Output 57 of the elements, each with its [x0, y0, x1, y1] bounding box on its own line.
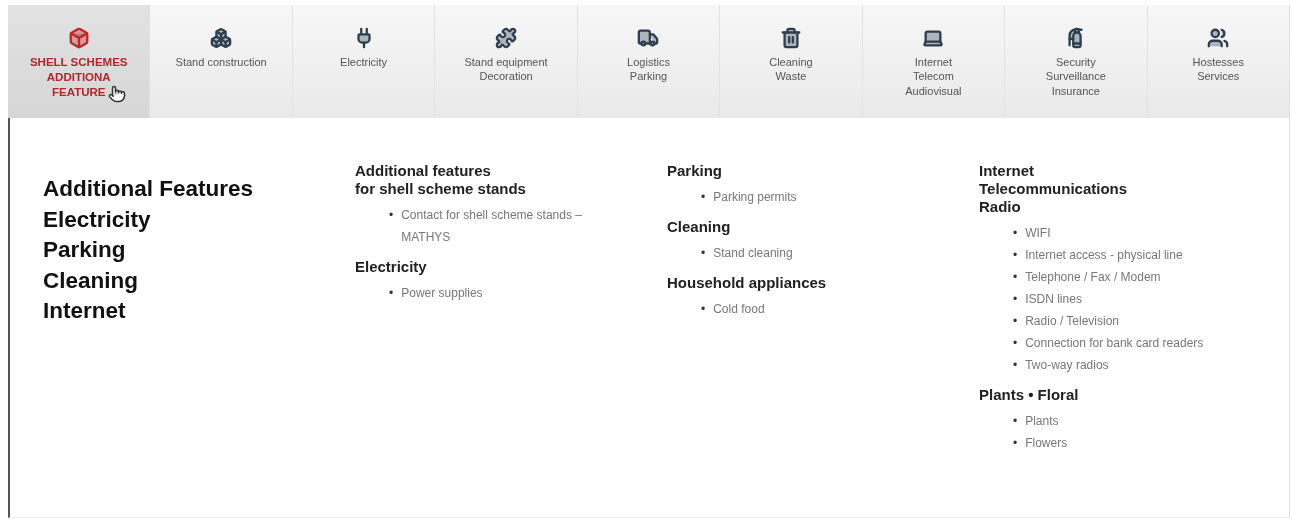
- bullet: •: [1013, 357, 1018, 374]
- section-heading: Plants • Floral: [979, 386, 1079, 403]
- menu-link[interactable]: Two-way radios: [1025, 354, 1246, 376]
- section-heading: Electricity: [355, 258, 427, 275]
- section-heading: Household appliances: [667, 274, 827, 291]
- puzzle-icon: [495, 27, 518, 49]
- menu-link[interactable]: Power supplies: [401, 282, 622, 304]
- menu-link[interactable]: Contact for shell scheme stands – MATHYS: [401, 204, 622, 248]
- bullet: •: [1013, 269, 1018, 286]
- overview-heading: Cleaning: [43, 266, 139, 295]
- boxes-icon: [210, 27, 233, 49]
- overview-heading: Parking: [43, 236, 127, 264]
- hand-cursor-icon: [108, 85, 126, 103]
- bullet: •: [701, 245, 706, 262]
- category-tab[interactable]: Stand equipment Decoration: [435, 5, 578, 118]
- section-heading: Additional features for shell scheme stands: [355, 162, 526, 197]
- category-tab[interactable]: Cleaning Waste: [720, 5, 863, 118]
- bullet: •: [389, 285, 394, 302]
- cube-icon: [67, 27, 90, 49]
- bullet: •: [701, 189, 706, 206]
- menu-link[interactable]: Plants: [1025, 410, 1246, 432]
- bullet: •: [1013, 225, 1018, 242]
- menu-link[interactable]: ISDN lines: [1025, 288, 1246, 310]
- truck-icon: [637, 27, 660, 49]
- category-tab[interactable]: SHELL SCHEMES ADDITIONA FEATURE: [8, 5, 151, 118]
- menu-link[interactable]: Telephone / Fax / Modem: [1025, 266, 1246, 288]
- category-tab[interactable]: Logistics Parking: [577, 5, 721, 118]
- category-tab[interactable]: Internet Telecom Audiovisual: [862, 5, 1006, 118]
- section-heading: Parking: [667, 162, 723, 179]
- menu-link[interactable]: Parking permits: [713, 186, 934, 208]
- category-tab[interactable]: Electricity: [292, 5, 436, 118]
- category-tab[interactable]: Stand construction: [150, 5, 293, 118]
- section-heading: Cleaning: [667, 218, 731, 235]
- category-tab[interactable]: Security Surveillance Insurance: [1005, 5, 1148, 118]
- laptop-icon: [922, 27, 945, 49]
- trash-icon: [779, 27, 802, 49]
- menu-link[interactable]: Cold food: [713, 298, 934, 320]
- bullet: •: [389, 207, 394, 224]
- bullet: •: [1013, 313, 1018, 330]
- menu-link[interactable]: Connection for bank card readers: [1025, 332, 1246, 354]
- menu-link[interactable]: Stand cleaning: [713, 242, 934, 264]
- category-tab[interactable]: Hostesses Services: [1147, 5, 1290, 118]
- bullet: •: [1013, 247, 1018, 264]
- menu-link[interactable]: Flowers: [1025, 432, 1246, 454]
- overview-heading: Internet: [43, 297, 127, 325]
- overview-heading: Electricity: [43, 205, 152, 234]
- bullet: •: [1013, 413, 1018, 430]
- bullet: •: [701, 301, 706, 318]
- people-icon: [1207, 27, 1230, 49]
- bullet: •: [1013, 291, 1018, 308]
- bullet: •: [1013, 335, 1018, 352]
- bullet: •: [1013, 435, 1018, 452]
- overview-heading: Additional Features: [43, 175, 255, 203]
- menu-link[interactable]: Radio / Television: [1025, 310, 1246, 332]
- menu-link[interactable]: Internet access - physical line: [1025, 244, 1246, 266]
- menu-link[interactable]: WIFI: [1025, 222, 1246, 244]
- section-heading: Internet Telecommunications Radio: [979, 162, 1128, 215]
